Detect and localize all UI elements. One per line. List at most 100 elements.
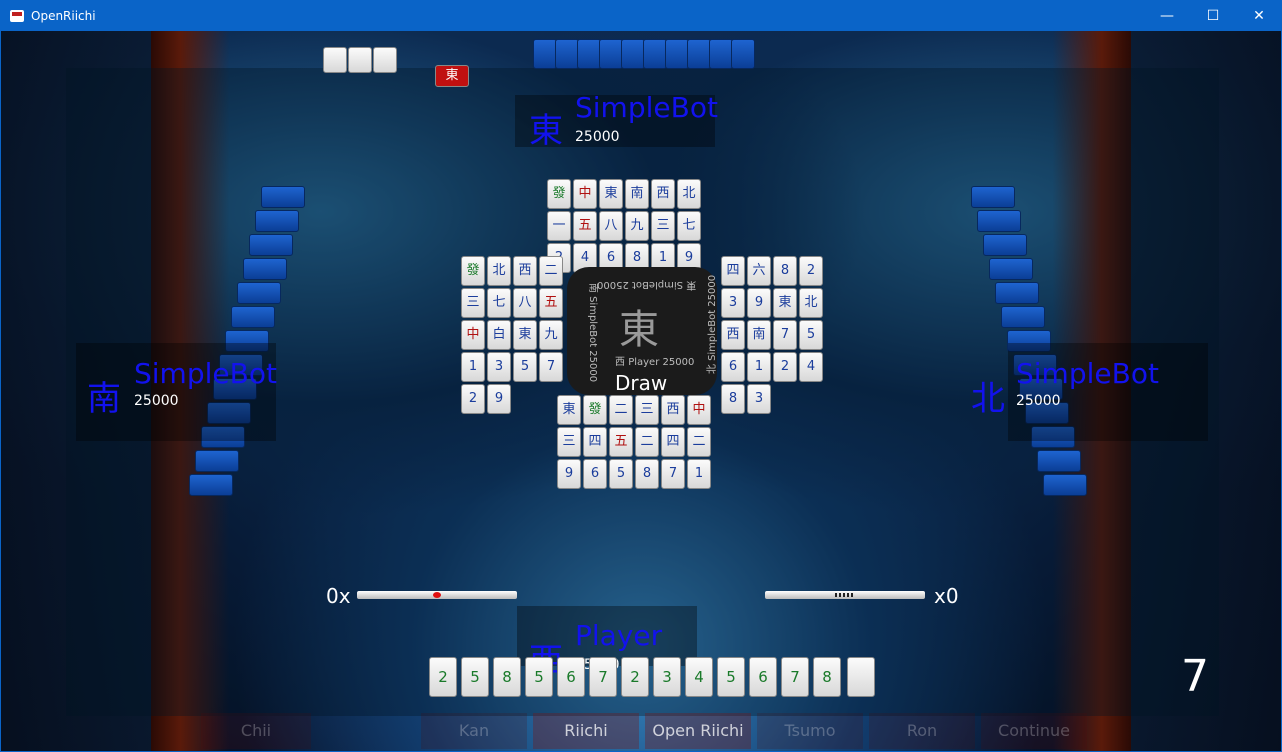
hand-tile[interactable]: 2	[429, 657, 457, 697]
discard-tile: 七	[677, 211, 701, 241]
discard-tile: 6	[721, 352, 745, 382]
center-right-wind: 北	[707, 364, 719, 375]
wall-tile-back	[687, 39, 711, 69]
called-tile	[323, 47, 347, 73]
hand-tile[interactable]: 5	[461, 657, 489, 697]
round-number: 7	[1181, 651, 1209, 702]
discard-tile: 3	[487, 352, 511, 382]
discard-tile: 東	[773, 288, 797, 318]
wall-tile-back	[231, 306, 275, 328]
wall-tile-back	[989, 258, 1033, 280]
stick-dot	[433, 592, 441, 598]
discard-tile: 發	[461, 256, 485, 286]
center-left-label: 南 SimpleBot 25000	[587, 283, 602, 382]
discard-tile: 發	[583, 395, 607, 425]
discard-tile: 七	[487, 288, 511, 318]
discard-tile: 1	[461, 352, 485, 382]
riichi-button[interactable]: Riichi	[533, 713, 639, 749]
close-button[interactable]: ✕	[1236, 1, 1281, 31]
wall-tile-back	[555, 39, 579, 69]
discard-tile: 中	[687, 395, 711, 425]
wall-tile-back	[621, 39, 645, 69]
wall-tile-back	[577, 39, 601, 69]
discard-tile: 四	[721, 256, 745, 286]
discard-tile: 二	[609, 395, 633, 425]
discard-tile: 一	[547, 211, 571, 241]
wall-tile-back	[643, 39, 667, 69]
wall-tile-back	[977, 210, 1021, 232]
discard-tile: 5	[609, 459, 633, 489]
hand-tile[interactable]: 7	[589, 657, 617, 697]
kan-button[interactable]: Kan	[421, 713, 527, 749]
chii-button[interactable]: Chii	[201, 713, 311, 749]
discard-tile: 四	[583, 427, 607, 457]
discard-tile: 三	[635, 395, 659, 425]
discard-tile: 中	[461, 320, 485, 350]
hand-tile[interactable]: 6	[557, 657, 585, 697]
discard-tile: 7	[773, 320, 797, 350]
center-top-name: SimpleBot	[632, 279, 684, 290]
discard-tile: 1	[687, 459, 711, 489]
seat-score-right: 25000	[1016, 393, 1061, 409]
center-left-wind: 南	[587, 282, 599, 293]
discard-tile: 7	[539, 352, 563, 382]
discard-tile: 6	[583, 459, 607, 489]
honba-stick-count: x0	[934, 584, 959, 608]
wall-tile-back	[533, 39, 557, 69]
center-left-name: SimpleBot	[587, 296, 599, 348]
open-riichi-button[interactable]: Open Riichi	[645, 713, 751, 749]
discard-tile: 二	[539, 256, 563, 286]
discard-tile: 西	[661, 395, 685, 425]
discard-tile: 四	[661, 427, 685, 457]
center-info-panel: 東 東 SimpleBot 25000 南 SimpleBot 25000 北 …	[567, 267, 719, 395]
hand-tile[interactable]: 5	[717, 657, 745, 697]
discard-tile: 六	[747, 256, 771, 286]
title-bar: OpenRiichi — ☐ ✕	[1, 1, 1281, 31]
maximize-button[interactable]: ☐	[1190, 1, 1236, 31]
discard-tile: 8	[635, 459, 659, 489]
hand-tile[interactable]: 3	[653, 657, 681, 697]
discard-tile: 三	[651, 211, 675, 241]
minimize-button[interactable]: —	[1144, 1, 1190, 31]
wall-tile-back	[983, 234, 1027, 256]
wall-tile-back	[665, 39, 689, 69]
hand-tile[interactable]: 8	[493, 657, 521, 697]
hand-tile[interactable]: 7	[781, 657, 809, 697]
discard-tile: 九	[539, 320, 563, 350]
discard-tile: 西	[651, 179, 675, 209]
discard-tile: 3	[747, 384, 771, 414]
wall-tile-back	[709, 39, 733, 69]
hand-tile[interactable]: 2	[621, 657, 649, 697]
riichi-stick	[357, 591, 517, 599]
hand-tile[interactable]: 4	[685, 657, 713, 697]
seat-score-left: 25000	[134, 393, 179, 409]
wall-tile-back	[995, 282, 1039, 304]
wall-tile-back	[249, 234, 293, 256]
hand-tile[interactable]: 6	[749, 657, 777, 697]
drawn-tile-slot[interactable]	[847, 657, 875, 697]
center-right-name: SimpleBot	[707, 309, 719, 361]
center-left-score: 25000	[587, 350, 599, 383]
discard-tile: 二	[635, 427, 659, 457]
discard-tile: 南	[747, 320, 771, 350]
discard-tile: 5	[513, 352, 537, 382]
wall-tile-back	[1001, 306, 1045, 328]
discard-tile: 9	[557, 459, 581, 489]
hand-tile[interactable]: 8	[813, 657, 841, 697]
discard-tile: 中	[573, 179, 597, 209]
discard-tile: 五	[573, 211, 597, 241]
continue-button[interactable]: Continue	[981, 713, 1087, 749]
discard-tile: 八	[513, 288, 537, 318]
honba-stick	[765, 591, 925, 599]
window-title: OpenRiichi	[31, 9, 96, 23]
discard-tile: 4	[799, 352, 823, 382]
seat-name-bottom: Player	[575, 619, 663, 652]
discard-tile: 9	[747, 288, 771, 318]
tsumo-button[interactable]: Tsumo	[757, 713, 863, 749]
ron-button[interactable]: Ron	[869, 713, 975, 749]
discard-tile: 2	[773, 352, 797, 382]
wall-tile-back	[243, 258, 287, 280]
hand-tile[interactable]: 5	[525, 657, 553, 697]
center-top-label: 東 SimpleBot 25000	[597, 279, 696, 294]
discard-tile: 三	[461, 288, 485, 318]
